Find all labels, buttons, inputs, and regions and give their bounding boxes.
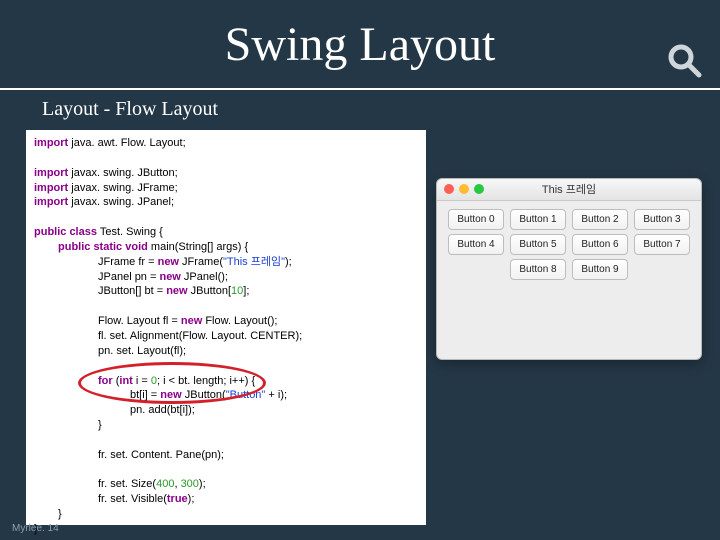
code-text: + i);	[265, 389, 287, 401]
keyword: new	[166, 285, 187, 297]
demo-button[interactable]: Button 0	[448, 209, 504, 230]
keyword: for	[98, 375, 113, 387]
code-text: JFrame fr =	[98, 256, 158, 268]
code-text: );	[199, 478, 206, 490]
demo-button[interactable]: Button 3	[634, 209, 690, 230]
keyword: new	[160, 389, 181, 401]
code-text: fr. set. Content. Pane(pn);	[34, 448, 418, 463]
code-text: Flow. Layout();	[202, 315, 277, 327]
code-text: pn. set. Layout(fl);	[34, 344, 418, 359]
zoom-icon[interactable]	[474, 184, 484, 194]
traffic-lights	[444, 184, 484, 194]
keyword: public static void	[58, 241, 148, 253]
code-text: JFrame(	[179, 256, 223, 268]
code-text: javax. swing. JButton;	[68, 167, 177, 179]
demo-window: This 프레임 Button 0 Button 1 Button 2 Butt…	[436, 178, 702, 360]
code-text: fl. set. Alignment(Flow. Layout. CENTER)…	[34, 329, 418, 344]
code-text: javax. swing. JFrame;	[68, 182, 177, 194]
code-text: javax. swing. JPanel;	[68, 196, 174, 208]
code-text: JButton[	[188, 285, 231, 297]
close-icon[interactable]	[444, 184, 454, 194]
code-text: Test. Swing {	[97, 226, 163, 238]
code-text: java. awt. Flow. Layout;	[68, 137, 185, 149]
code-text: ];	[243, 285, 249, 297]
demo-button[interactable]: Button 5	[510, 234, 566, 255]
code-text: i =	[133, 375, 151, 387]
demo-button[interactable]: Button 6	[572, 234, 628, 255]
demo-button[interactable]: Button 9	[572, 259, 628, 280]
code-text: ; i < bt. length; i++) {	[157, 375, 255, 387]
code-text: JButton(	[182, 389, 226, 401]
code-text: );	[285, 256, 292, 268]
string-literal: "This 프레임"	[223, 256, 285, 268]
keyword: import	[34, 167, 68, 179]
code-text: }	[34, 507, 418, 522]
keyword: int	[119, 375, 132, 387]
keyword: true	[167, 493, 188, 505]
page-title: Swing Layout	[0, 0, 720, 90]
code-text: JButton[] bt =	[98, 285, 166, 297]
number-literal: 10	[231, 285, 243, 297]
window-title: This 프레임	[542, 184, 596, 196]
number-literal: 400	[156, 478, 174, 490]
string-literal: "Button"	[226, 389, 266, 401]
code-text: );	[188, 493, 195, 505]
slide-header: Swing Layout	[0, 0, 720, 90]
code-text: fr. set. Size(	[98, 478, 156, 490]
watermark: Myrlee. 14	[12, 523, 59, 534]
window-client-area: Button 0 Button 1 Button 2 Button 3 Butt…	[437, 201, 701, 288]
demo-button[interactable]: Button 8	[510, 259, 566, 280]
search-icon	[666, 42, 702, 83]
minimize-icon[interactable]	[459, 184, 469, 194]
demo-button[interactable]: Button 7	[634, 234, 690, 255]
code-text: JPanel pn =	[98, 271, 159, 283]
code-text: main(String[] args) {	[148, 241, 248, 253]
code-text: Flow. Layout fl =	[98, 315, 181, 327]
demo-button[interactable]: Button 2	[572, 209, 628, 230]
code-text: JPanel();	[181, 271, 228, 283]
demo-button[interactable]: Button 1	[510, 209, 566, 230]
number-literal: 300	[181, 478, 199, 490]
code-text: }	[34, 522, 418, 537]
keyword: import	[34, 196, 68, 208]
code-text: bt[i] =	[130, 389, 160, 401]
code-block: import java. awt. Flow. Layout; import j…	[26, 130, 426, 525]
code-text: }	[34, 418, 418, 433]
section-subtitle: Layout - Flow Layout	[0, 90, 720, 129]
demo-button[interactable]: Button 4	[448, 234, 504, 255]
keyword: new	[159, 271, 180, 283]
keyword: import	[34, 182, 68, 194]
keyword: import	[34, 137, 68, 149]
window-titlebar: This 프레임	[437, 179, 701, 201]
keyword: new	[158, 256, 179, 268]
keyword: new	[181, 315, 202, 327]
keyword: public class	[34, 226, 97, 238]
code-text: fr. set. Visible(	[98, 493, 167, 505]
code-text: pn. add(bt[i]);	[34, 403, 418, 418]
